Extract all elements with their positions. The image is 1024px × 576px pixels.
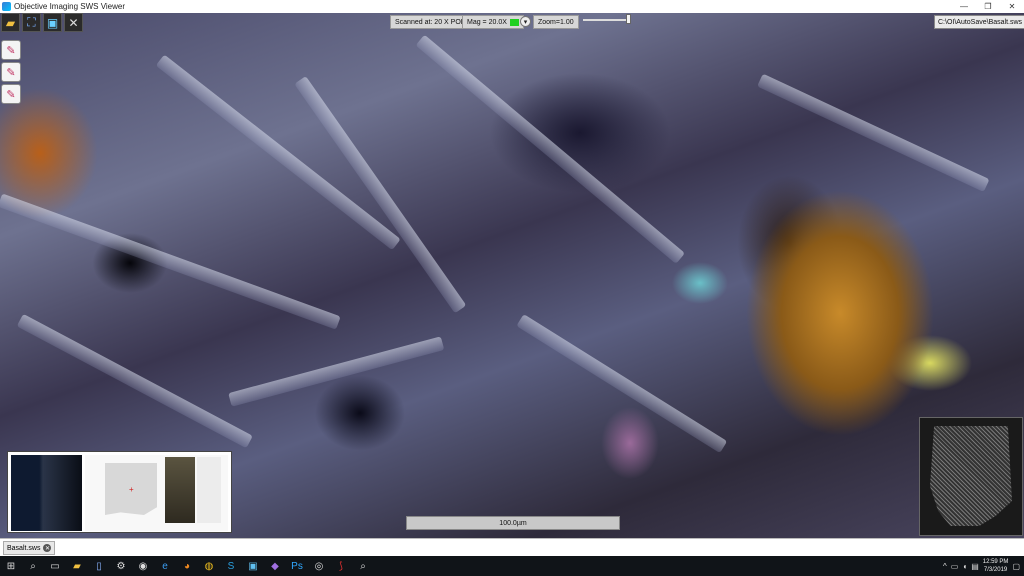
specimen-chip-dark — [165, 457, 195, 523]
scanned-at-label: Scanned at: 20 X POL — [390, 15, 470, 29]
close-icon[interactable]: ✕ — [1000, 0, 1024, 13]
side-toolbar: ✎ ✎ ✎ — [1, 40, 21, 104]
magnification-text: Mag = 20.0X — [467, 18, 507, 26]
acrobat-icon[interactable]: ⟆ — [330, 556, 352, 576]
zoom-label: Zoom=1.00 — [533, 15, 579, 29]
magnification-label[interactable]: Mag = 20.0X — [462, 15, 524, 29]
network-icon[interactable]: ▭ — [951, 562, 959, 571]
app-icon — [2, 2, 11, 11]
document-tab-label: Basalt.sws — [7, 544, 41, 552]
document-tab[interactable]: Basalt.sws ✕ — [3, 541, 56, 555]
clock[interactable]: 12:59 PM 7/3/2019 — [983, 558, 1009, 574]
crystal-lath — [228, 336, 445, 407]
slide-label-thumbnails: + — [7, 451, 232, 533]
title-bar: Objective Imaging SWS Viewer — ❐ ✕ — [0, 0, 1024, 13]
search-icon[interactable]: ⌕ — [22, 556, 44, 576]
visual-studio-icon[interactable]: ◆ — [264, 556, 286, 576]
annotate-add-icon[interactable]: ✎ — [1, 62, 21, 82]
scale-bar: 100.0µm — [406, 516, 620, 530]
annotate-icon[interactable]: ✎ — [1, 40, 21, 60]
magnification-indicator — [509, 18, 519, 26]
settings-icon[interactable]: ⚙ — [110, 556, 132, 576]
chevron-up-icon[interactable]: ^ — [943, 562, 947, 571]
edge-icon[interactable]: e — [154, 556, 176, 576]
top-left-toolbar: ▰ ⛶ ▣ ✕ — [1, 13, 83, 32]
fit-view-icon[interactable]: ⛶ — [22, 13, 41, 32]
annotate-list-icon[interactable]: ✎ — [1, 84, 21, 104]
photoshop-icon[interactable]: Ps — [286, 556, 308, 576]
task-view-icon[interactable]: ▭ — [44, 556, 66, 576]
crystal-lath — [415, 34, 685, 264]
image-icon[interactable]: ▣ — [43, 13, 62, 32]
zoom-slider-handle[interactable] — [626, 14, 631, 24]
windows-start-icon[interactable]: ⊞ — [0, 556, 22, 576]
app-window: Objective Imaging SWS Viewer — ❐ ✕ ▰ ⛶ ▣… — [0, 0, 1024, 576]
file-explorer-icon[interactable]: ▰ — [66, 556, 88, 576]
slide-overview-thumbnail[interactable]: + — [85, 455, 228, 531]
image-viewer-icon[interactable]: ▣ — [242, 556, 264, 576]
app-icon-pinned[interactable]: ◉ — [132, 556, 154, 576]
cd-burner-icon[interactable]: ◎ — [308, 556, 330, 576]
skype-icon[interactable]: S — [220, 556, 242, 576]
maximize-icon[interactable]: ❐ — [976, 0, 1000, 13]
clock-time: 12:59 PM — [982, 559, 1009, 565]
notifications-icon[interactable]: ▢ — [1012, 562, 1020, 571]
magnification-dropdown[interactable]: ▾ — [520, 16, 531, 27]
file-path-label: C:\OI\AutoSave\Basalt.sws — [934, 15, 1024, 29]
crystal-lath — [155, 54, 401, 251]
system-tray: ^ ▭ ◖ ▤ 12:59 PM 7/3/2019 ▢ — [943, 556, 1024, 576]
tools-icon[interactable]: ✕ — [64, 13, 83, 32]
window-title: Objective Imaging SWS Viewer — [14, 2, 126, 11]
volume-icon[interactable]: ◖ — [962, 562, 967, 571]
crystal-lath — [0, 193, 341, 330]
crystal-lath — [516, 314, 728, 454]
minimize-icon[interactable]: — — [952, 0, 976, 13]
folder-icon[interactable]: ▰ — [1, 13, 20, 32]
clock-date: 7/3/2019 — [983, 567, 1008, 573]
navigator-overview[interactable] — [919, 417, 1023, 536]
crystal-lath — [16, 313, 253, 449]
crystal-lath — [757, 73, 990, 192]
position-marker-icon: + — [129, 485, 134, 494]
slide-label-thumbnail[interactable] — [11, 455, 82, 531]
specimen-chip-light — [197, 457, 221, 523]
windows-taskbar: ⊞ ⌕ ▭ ▰ ▯ ⚙ ◉ e ◕ ◍ S ▣ ◆ Ps ◎ ⟆ ⌕ ^ ▭ ◖… — [0, 556, 1024, 576]
notepad-icon[interactable]: ▯ — [88, 556, 110, 576]
chrome-icon[interactable]: ◍ — [198, 556, 220, 576]
close-tab-icon[interactable]: ✕ — [43, 544, 52, 552]
firefox-icon[interactable]: ◕ — [176, 556, 198, 576]
viewer-search-icon[interactable]: ⌕ — [352, 556, 374, 576]
keyboard-icon[interactable]: ▤ — [971, 562, 979, 571]
navigator-specimen-map — [930, 426, 1012, 526]
zoom-slider-track[interactable] — [583, 19, 631, 21]
document-tab-strip: Basalt.sws ✕ — [0, 538, 1024, 556]
